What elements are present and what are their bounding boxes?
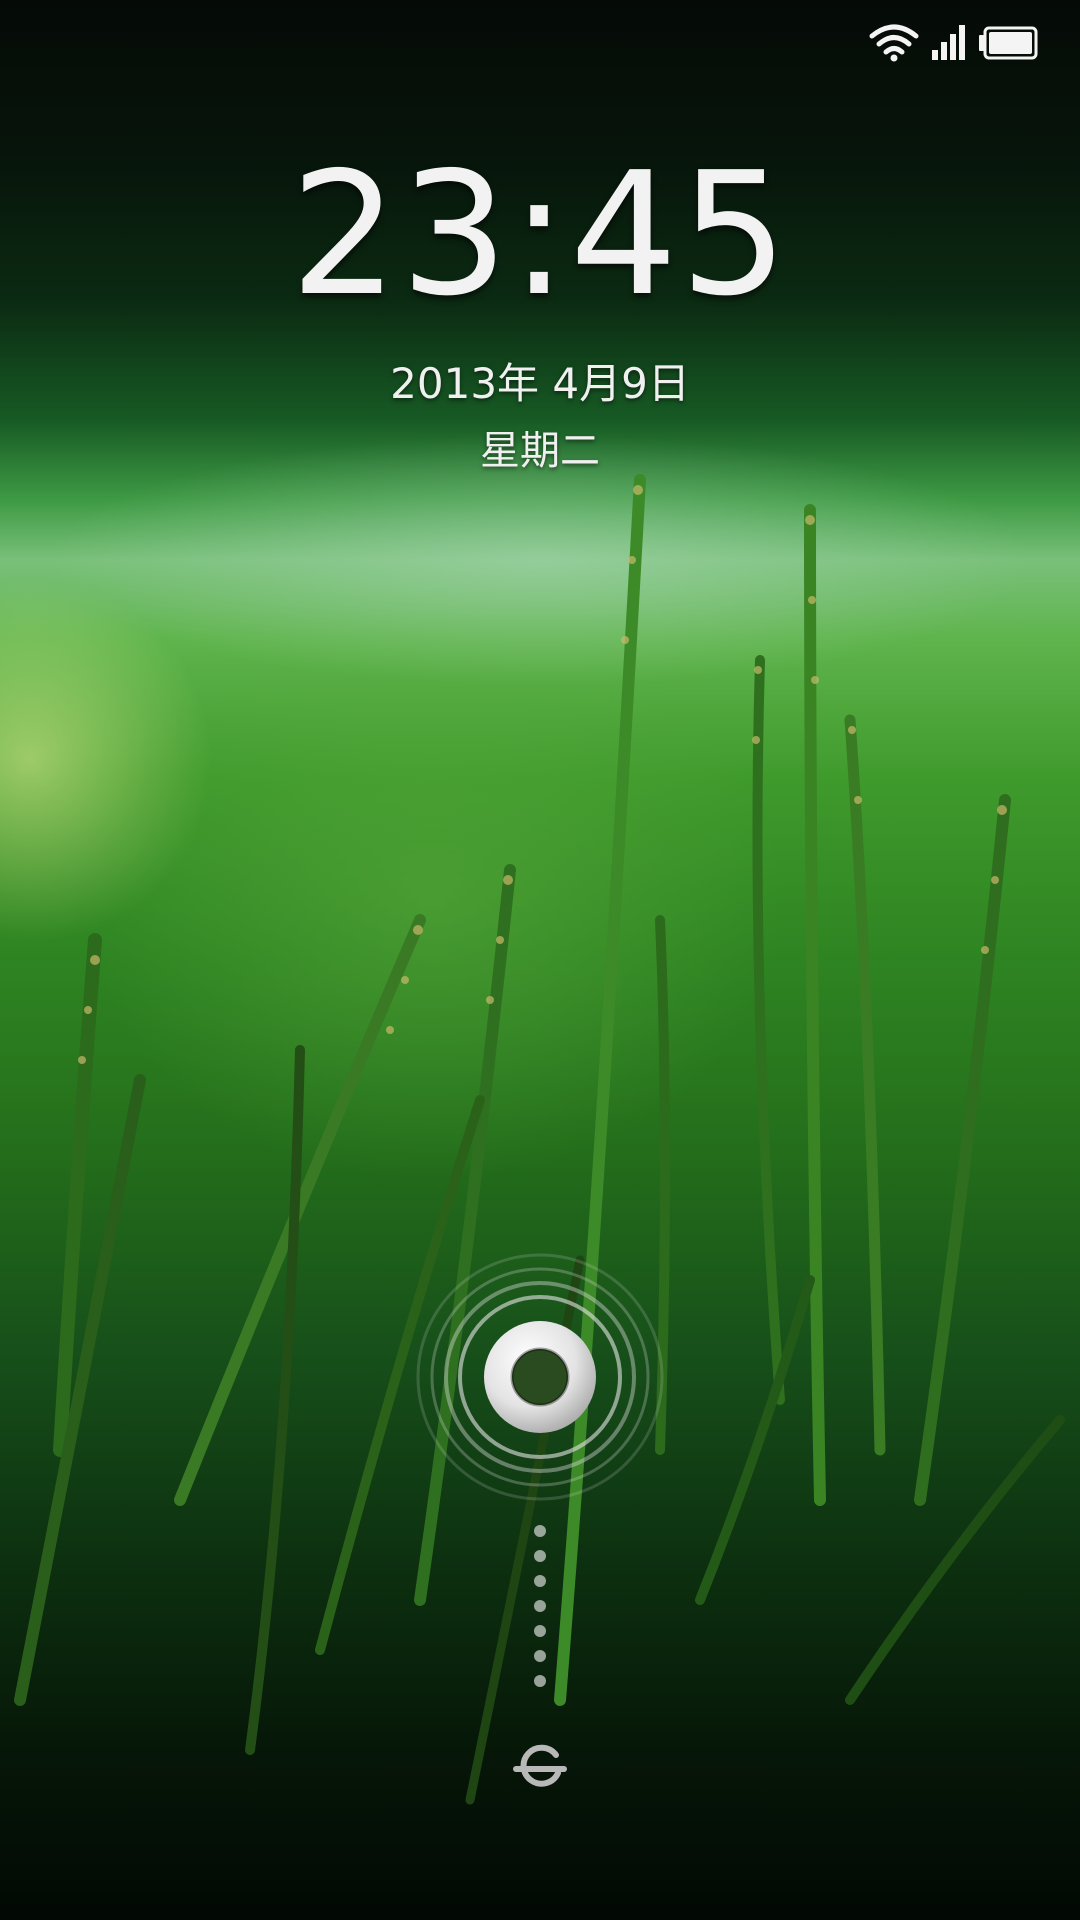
unlock-ring-icon[interactable] [413,1250,667,1504]
track-dot [534,1550,546,1562]
lock-screen: 23:45 2013年 4月9日 星期二 [0,0,1080,1920]
lockscreen-clock: 23:45 [290,136,790,334]
status-bar [780,0,1080,90]
track-dot [534,1675,546,1687]
wifi-icon [869,24,919,62]
lockscreen-weekday: 星期二 [480,428,600,474]
track-dot [534,1625,546,1637]
track-dot [534,1650,546,1662]
lockscreen-date: 2013年 4月9日 [390,359,690,408]
cellular-signal-icon [932,25,965,60]
unlock-slide-track [520,1525,560,1695]
battery-icon [979,26,1038,60]
track-dot [534,1600,546,1612]
track-dot [534,1575,546,1587]
unlock-target-icon[interactable] [510,1737,570,1797]
track-dot [534,1525,546,1537]
